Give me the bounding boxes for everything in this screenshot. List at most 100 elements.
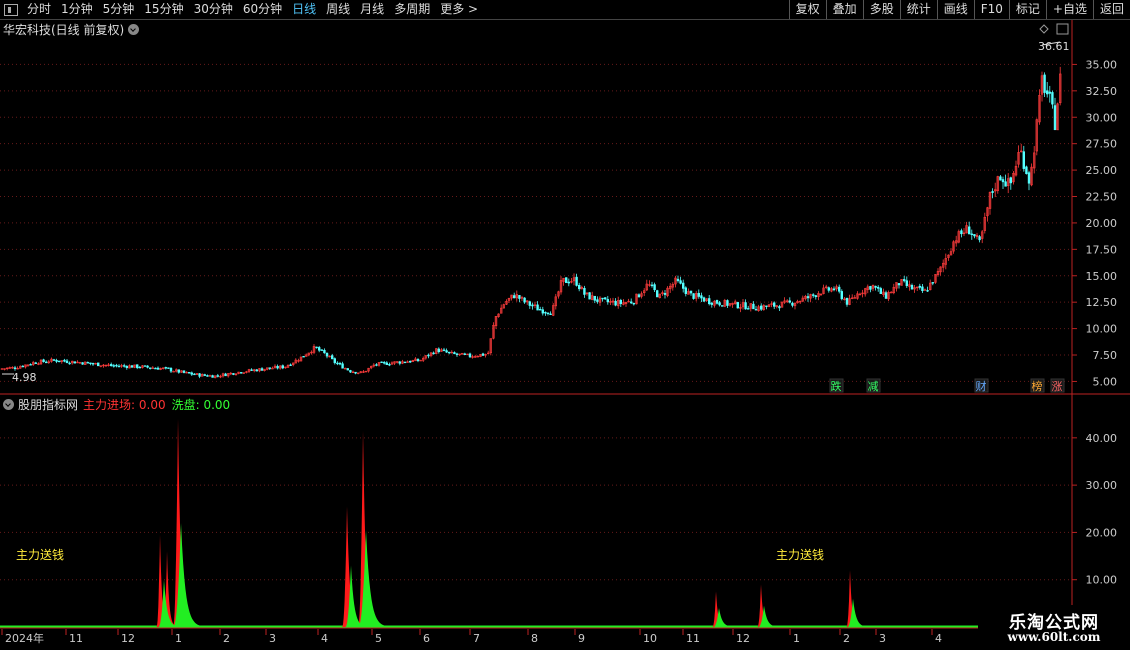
candle-body [650, 284, 654, 287]
candle-body [791, 302, 794, 306]
indicator-y-tick-label: 20.00 [1086, 526, 1118, 539]
x-month-label: 11 [69, 632, 83, 645]
candle-body [268, 367, 271, 369]
candle-body [531, 304, 534, 307]
candle-body [1009, 177, 1013, 184]
candle-body [481, 353, 485, 356]
panel-icon [1056, 23, 1069, 35]
candle-body [250, 369, 253, 371]
candle-body [726, 300, 729, 306]
candle-body [788, 300, 792, 303]
candle-body [999, 176, 1002, 181]
candle-body [190, 372, 193, 375]
candle-body [172, 370, 175, 373]
candle-body [655, 290, 659, 298]
candle-body [772, 302, 776, 307]
x-month-label: 10 [643, 632, 657, 645]
candle-body [902, 279, 906, 282]
candle-body [260, 368, 264, 371]
x-month-label: 7 [473, 632, 480, 645]
x-month-label: 3 [269, 632, 276, 645]
candle-body [811, 294, 815, 296]
candle-body [697, 292, 701, 297]
candle-body [523, 297, 526, 303]
candle-body [1046, 90, 1049, 95]
candle-body [167, 367, 170, 369]
candle-body [752, 303, 755, 310]
candle-body [447, 351, 451, 354]
candle-body [970, 233, 974, 235]
candle-body [224, 373, 227, 377]
candle-body [52, 359, 56, 361]
candle-body [349, 370, 352, 373]
candle-body [408, 360, 412, 363]
indicator-y-tick-label: 30.00 [1086, 479, 1118, 492]
candle-body [81, 362, 84, 365]
candle-body [346, 368, 349, 371]
x-month-label: 2024年 [5, 631, 44, 645]
candle-body [536, 304, 539, 311]
candle-body [432, 352, 435, 355]
candle-body [575, 276, 578, 286]
candle-body [455, 353, 459, 355]
candle-body [315, 346, 318, 349]
candle-body [538, 308, 542, 311]
candle-body [164, 367, 167, 369]
candle-body [333, 358, 336, 364]
y-tick-label: 7.50 [1093, 349, 1118, 362]
candle-body [89, 362, 92, 364]
candle-body [679, 280, 682, 284]
candle-body [442, 349, 446, 351]
candle-body [112, 365, 116, 367]
candle-body [720, 305, 724, 307]
y-tick-label: 12.50 [1086, 296, 1118, 309]
candle-body [398, 361, 401, 364]
candle-body [832, 288, 836, 291]
candle-body [973, 234, 976, 237]
candle-body [754, 309, 758, 311]
candle-body [1004, 181, 1007, 187]
candle-body [42, 359, 45, 363]
y-tick-label: 25.00 [1086, 164, 1118, 177]
candle-body [692, 293, 695, 299]
candle-body [330, 355, 334, 360]
candle-body [583, 287, 586, 295]
candle-body [57, 360, 61, 363]
candle-body [21, 365, 24, 368]
candle-body [684, 287, 688, 294]
candle-body [884, 292, 888, 299]
y-tick-label: 30.00 [1086, 111, 1118, 124]
annotation-label: 主力送钱 [776, 548, 825, 562]
indicator-y-tick-label: 10.00 [1086, 574, 1118, 587]
candle-body [453, 352, 456, 355]
candle-body [897, 283, 901, 286]
candle-body [73, 361, 77, 364]
x-month-label: 3 [879, 632, 886, 645]
candle-body [323, 349, 326, 354]
candle-body [416, 359, 420, 362]
x-month-label: 8 [531, 632, 538, 645]
y-tick-label: 20.00 [1086, 217, 1118, 230]
candle-body [593, 295, 597, 301]
candle-body [746, 308, 750, 310]
candle-body [707, 298, 711, 305]
candle-body [110, 364, 113, 367]
candle-body [991, 191, 994, 193]
indicator-y-tick-label: 40.00 [1086, 432, 1118, 445]
event-marker: 减 [868, 380, 879, 393]
candle-body [437, 348, 440, 353]
candle-body [544, 311, 547, 314]
candle-body [151, 367, 154, 369]
candle-body [380, 361, 383, 364]
x-month-label: 9 [578, 632, 585, 645]
candle-body [198, 373, 201, 377]
candle-body [382, 362, 386, 364]
y-tick-label: 27.50 [1086, 138, 1118, 151]
candle-body [614, 300, 617, 306]
candle-body [182, 370, 186, 373]
candle-body [1025, 166, 1028, 175]
candle-body [206, 375, 209, 377]
candle-body [289, 364, 292, 366]
candle-body [889, 291, 893, 294]
chart-canvas[interactable]: 35.0032.5030.0027.5025.0022.5020.0017.50… [0, 0, 1130, 650]
